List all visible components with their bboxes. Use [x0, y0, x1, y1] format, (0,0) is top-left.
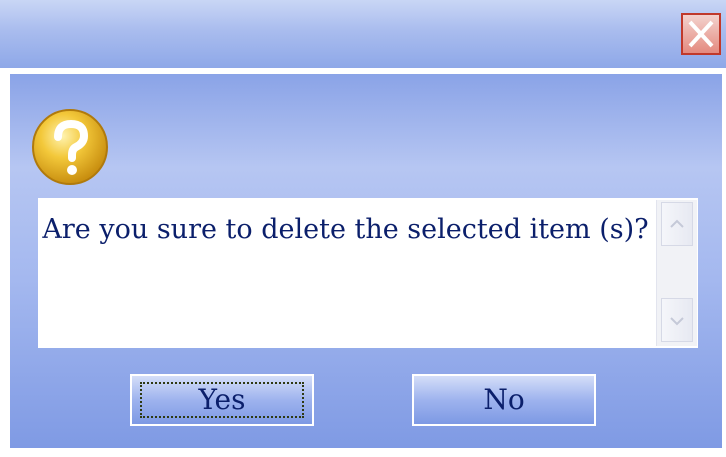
chevron-up-icon: [670, 219, 684, 228]
no-button[interactable]: No: [412, 374, 596, 426]
vertical-scrollbar[interactable]: [656, 200, 697, 346]
yes-button[interactable]: Yes: [130, 374, 314, 426]
scroll-up-button[interactable]: [661, 202, 693, 246]
close-button[interactable]: [681, 13, 721, 55]
scroll-down-button[interactable]: [661, 298, 693, 342]
confirm-dialog: Are you sure to delete the selected item…: [0, 0, 726, 457]
question-icon: [30, 107, 110, 187]
message-area: Are you sure to delete the selected item…: [38, 198, 698, 348]
yes-button-label: Yes: [198, 383, 246, 416]
message-text: Are you sure to delete the selected item…: [42, 214, 649, 245]
no-button-label: No: [483, 383, 525, 416]
chevron-down-icon: [670, 317, 684, 326]
title-bar[interactable]: [0, 0, 726, 70]
close-icon: [688, 20, 714, 48]
